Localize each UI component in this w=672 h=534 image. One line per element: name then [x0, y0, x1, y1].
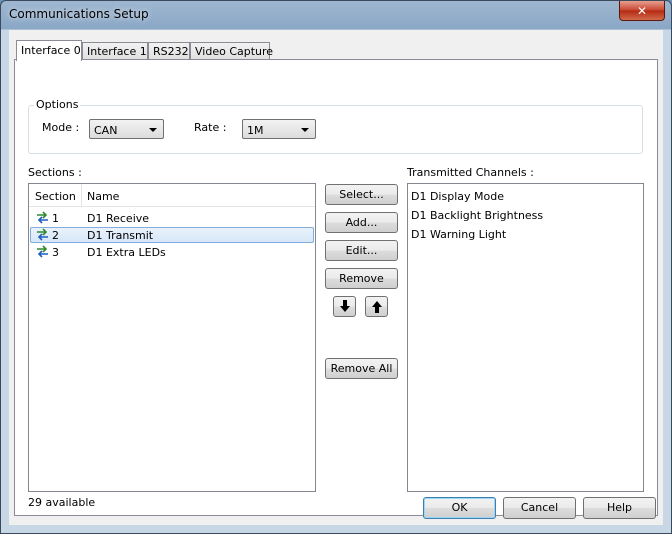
list-item[interactable]: D1 Display Mode	[411, 190, 504, 203]
list-item-selected[interactable]: 2 D1 Transmit	[30, 227, 314, 243]
tab-panel: Options Mode : CAN Rate : 1M Sections : …	[14, 59, 658, 516]
arrow-up-icon	[372, 301, 382, 313]
section-name: D1 Extra LEDs	[87, 246, 166, 259]
chevron-down-icon	[149, 128, 157, 132]
transmitted-channels-label: Transmitted Channels :	[407, 166, 534, 179]
column-header-section[interactable]: Section	[35, 190, 76, 203]
rate-label: Rate :	[194, 121, 227, 134]
bidirectional-arrows-icon	[37, 245, 48, 258]
help-button[interactable]: Help	[583, 497, 656, 519]
remove-button[interactable]: Remove	[325, 268, 398, 289]
rate-value: 1M	[247, 124, 264, 137]
transmitted-channels-list[interactable]: D1 Display Mode D1 Backlight Brightness …	[407, 183, 644, 492]
list-item[interactable]: 1 D1 Receive	[30, 210, 314, 226]
sections-header: Section Name	[29, 184, 315, 207]
column-separator[interactable]	[81, 184, 82, 206]
move-down-button[interactable]	[333, 296, 356, 317]
list-item[interactable]: D1 Warning Light	[411, 228, 506, 241]
tab-interface-1[interactable]: Interface 1	[82, 42, 148, 59]
title-bar[interactable]: Communications Setup ✕	[1, 1, 671, 29]
available-count: 29 available	[28, 496, 96, 509]
section-name: D1 Receive	[87, 212, 150, 225]
tab-video-capture[interactable]: Video Capture	[190, 42, 273, 59]
options-group: Options Mode : CAN Rate : 1M	[28, 98, 643, 154]
edit-button[interactable]: Edit...	[325, 240, 398, 261]
dialog-client: Interface 0 Interface 1 RS232 Video Capt…	[9, 30, 663, 525]
sections-label: Sections :	[28, 166, 82, 179]
list-item[interactable]: D1 Backlight Brightness	[411, 209, 543, 222]
close-button[interactable]: ✕	[619, 1, 665, 21]
bidirectional-arrows-icon	[37, 211, 48, 224]
column-header-name[interactable]: Name	[87, 190, 119, 203]
section-number: 3	[52, 246, 59, 259]
tab-rs232[interactable]: RS232	[148, 42, 190, 59]
tab-interface-0[interactable]: Interface 0	[16, 40, 82, 61]
options-caption: Options	[34, 98, 81, 111]
dialog-window: Communications Setup ✕ Interface 0 Inter…	[0, 0, 672, 534]
mode-select[interactable]: CAN	[89, 119, 164, 139]
section-name: D1 Transmit	[87, 229, 154, 242]
rate-select[interactable]: 1M	[242, 119, 316, 139]
cancel-button[interactable]: Cancel	[503, 497, 576, 519]
arrow-down-icon	[340, 300, 350, 312]
add-button[interactable]: Add...	[325, 212, 398, 233]
chevron-down-icon	[301, 128, 309, 132]
sections-list[interactable]: Section Name 1 D1 Receive 2 D1 Transmit …	[28, 183, 316, 492]
section-number: 1	[52, 212, 59, 225]
section-number: 2	[52, 229, 59, 242]
mode-value: CAN	[94, 124, 118, 137]
close-icon: ✕	[636, 3, 648, 18]
window-title: Communications Setup	[9, 7, 149, 21]
select-button[interactable]: Select...	[325, 184, 398, 205]
bidirectional-arrows-icon	[37, 228, 48, 241]
ok-button[interactable]: OK	[423, 497, 496, 519]
list-item[interactable]: 3 D1 Extra LEDs	[30, 244, 314, 260]
remove-all-button[interactable]: Remove All	[325, 358, 398, 379]
move-up-button[interactable]	[365, 296, 388, 317]
mode-label: Mode :	[42, 121, 80, 134]
